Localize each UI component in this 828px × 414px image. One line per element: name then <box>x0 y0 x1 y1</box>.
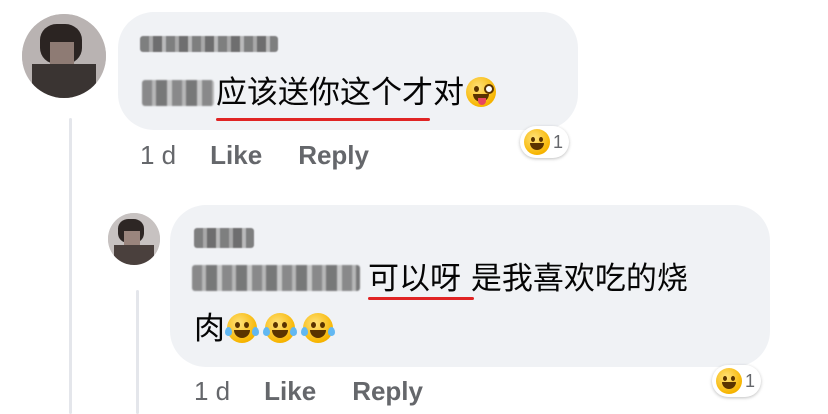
spellcheck-underline <box>216 118 430 121</box>
reply-text-line-2: 肉 <box>194 311 225 347</box>
like-button[interactable]: Like <box>210 140 262 171</box>
tagged-user[interactable] <box>192 265 360 291</box>
laughing-emoji <box>524 129 550 155</box>
reply-button[interactable]: Reply <box>352 376 423 407</box>
author-name[interactable] <box>194 228 254 248</box>
timestamp[interactable]: 1 d <box>140 140 176 171</box>
laughing-emoji <box>716 368 742 394</box>
reaction-count: 1 <box>553 131 564 152</box>
reply-actions: 1 d Like Reply <box>194 376 459 407</box>
reaction-count: 1 <box>745 370 756 391</box>
avatar[interactable] <box>108 213 160 265</box>
reaction-summary[interactable]: 1 <box>712 365 762 397</box>
comment-actions: 1 d Like Reply <box>140 140 405 171</box>
rofl-emoji <box>301 313 335 343</box>
author-name[interactable] <box>140 36 278 52</box>
rofl-emoji <box>225 313 259 343</box>
reply-thread-line <box>136 290 139 414</box>
thread-line <box>69 118 72 414</box>
tagged-user[interactable] <box>142 80 214 106</box>
reply-bubble: 可以呀 是我喜欢吃的烧 肉 1 <box>170 205 770 397</box>
reply-text-line-1: 可以呀 是我喜欢吃的烧 <box>368 261 688 297</box>
like-button[interactable]: Like <box>264 376 316 407</box>
reaction-summary[interactable]: 1 <box>520 126 570 158</box>
winking-tongue-emoji <box>466 77 496 107</box>
reply-button[interactable]: Reply <box>298 140 369 171</box>
timestamp[interactable]: 1 d <box>194 376 230 407</box>
rofl-emoji <box>263 313 297 343</box>
comment-bubble: 应该送你这个才对 1 <box>118 12 578 158</box>
avatar[interactable] <box>22 14 106 98</box>
comment-text: 应该送你这个才对 <box>216 75 464 111</box>
spellcheck-underline <box>368 297 474 300</box>
